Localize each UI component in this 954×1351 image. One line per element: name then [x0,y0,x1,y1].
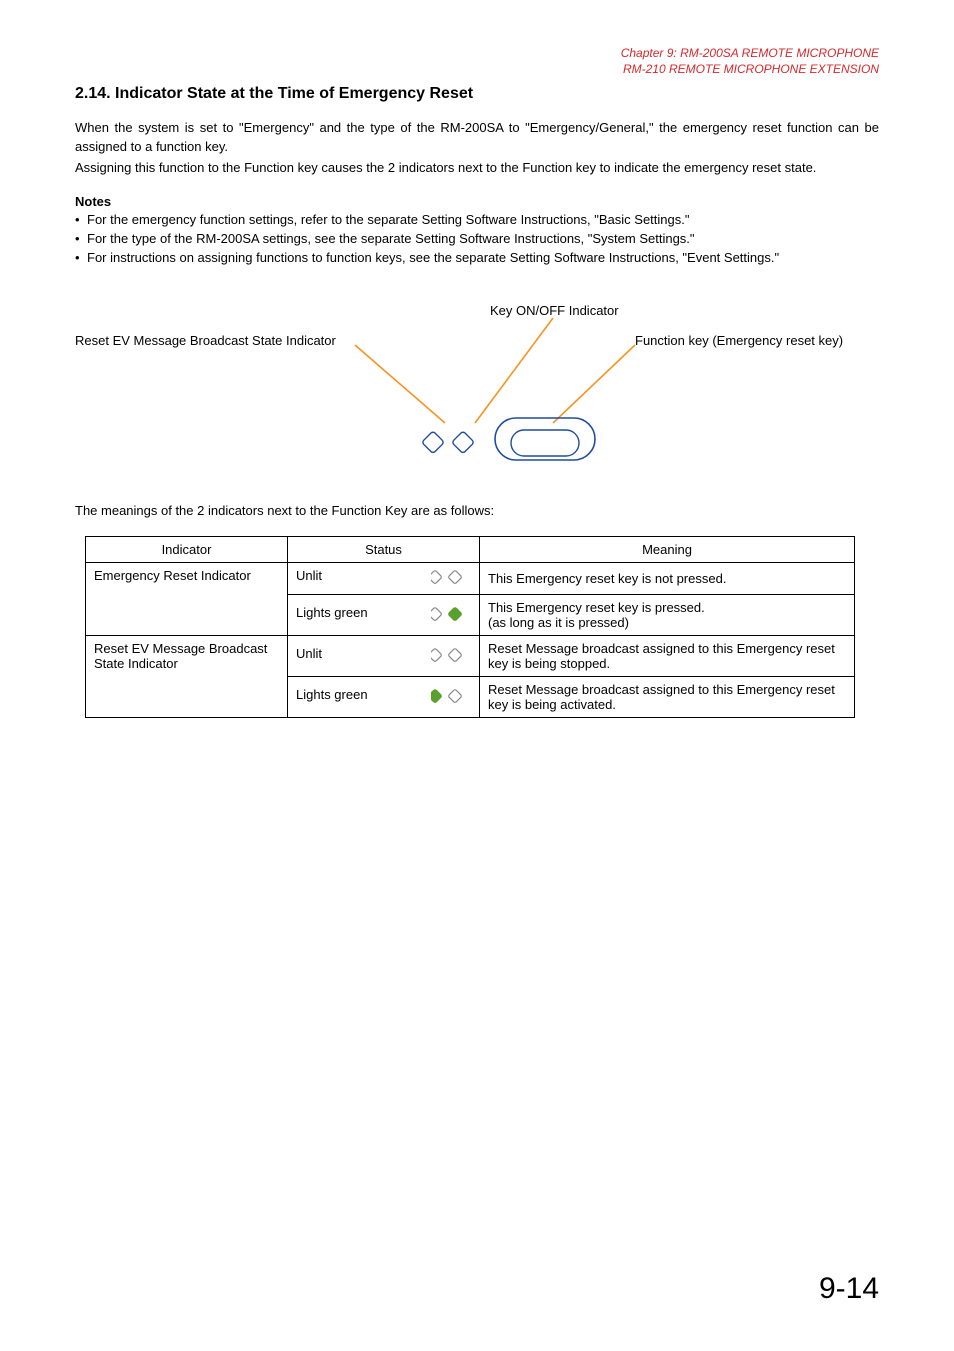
function-key-outer [495,418,595,460]
leader-line [355,345,445,423]
notes-list: For the emergency function settings, ref… [75,211,879,268]
cell-indicator: Emergency Reset Indicator [86,563,288,636]
chapter-header: Chapter 9: RM-200SA REMOTE MICROPHONE RM… [75,45,879,77]
col-status: Status [288,537,480,563]
cell-meaning: This Emergency reset key is not pressed. [480,563,855,595]
page-number: 9-14 [819,1272,879,1306]
document-page: Chapter 9: RM-200SA REMOTE MICROPHONE RM… [0,0,954,1351]
table-body: Emergency Reset Indicator Unlit This Eme… [86,563,855,718]
status-icons [431,568,471,589]
col-indicator: Indicator [86,537,288,563]
function-key-inner [511,430,579,456]
table-row: Reset EV Message Broadcast State Indicat… [86,636,855,677]
indicator-icon-right [452,431,475,454]
intro-para-1: When the system is set to "Emergency" an… [75,119,879,157]
leader-line [553,345,635,423]
cell-meaning: Reset Message broadcast assigned to this… [480,636,855,677]
chapter-line-2: RM-210 REMOTE MICROPHONE EXTENSION [75,61,879,77]
notes-heading: Notes [75,194,879,209]
cell-status: Lights green [288,677,480,718]
status-text: Lights green [296,687,368,702]
status-icons [431,646,471,667]
status-text: Lights green [296,605,368,620]
leader-line [475,318,553,423]
indicator-table: Indicator Status Meaning Emergency Reset… [85,536,855,718]
section-title: 2.14. Indicator State at the Time of Eme… [75,85,879,103]
notes-item: For the type of the RM-200SA settings, s… [75,230,879,249]
cell-meaning: This Emergency reset key is pressed. (as… [480,595,855,636]
cell-status: Lights green [288,595,480,636]
notes-item: For the emergency function settings, ref… [75,211,879,230]
diagram-svg [75,303,879,473]
status-icons [431,605,471,626]
cell-status: Unlit [288,563,480,595]
status-text: Unlit [296,568,322,583]
status-icons [431,687,471,708]
indicator-icon-left [422,431,445,454]
intro-block: When the system is set to "Emergency" an… [75,119,879,178]
table-row: Emergency Reset Indicator Unlit This Eme… [86,563,855,595]
chapter-line-1: Chapter 9: RM-200SA REMOTE MICROPHONE [75,45,879,61]
meaning-intro: The meanings of the 2 indicators next to… [75,503,879,518]
cell-status: Unlit [288,636,480,677]
diagram: Key ON/OFF Indicator Reset EV Message Br… [75,303,879,473]
notes-item: For instructions on assigning functions … [75,249,879,268]
status-text: Unlit [296,646,322,661]
cell-indicator: Reset EV Message Broadcast State Indicat… [86,636,288,718]
cell-meaning: Reset Message broadcast assigned to this… [480,677,855,718]
table-header-row: Indicator Status Meaning [86,537,855,563]
intro-para-2: Assigning this function to the Function … [75,159,879,178]
col-meaning: Meaning [480,537,855,563]
